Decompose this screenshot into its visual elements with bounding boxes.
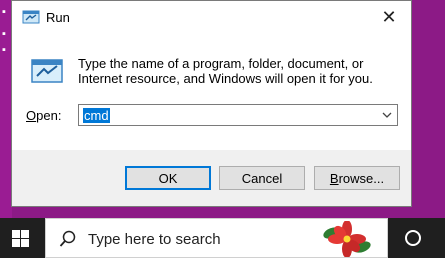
- open-label-mnemonic: O: [26, 108, 37, 123]
- windows-start-icon[interactable]: [12, 230, 29, 247]
- dialog-description: Type the name of a program, folder, docu…: [78, 56, 373, 86]
- ok-button[interactable]: OK: [125, 166, 211, 190]
- dialog-body: Type the name of a program, folder, docu…: [12, 34, 411, 150]
- run-app-icon: [22, 10, 40, 24]
- chevron-down-icon[interactable]: [381, 109, 393, 121]
- taskbar-search-box[interactable]: Type here to search: [45, 218, 388, 258]
- close-icon: ✕: [381, 7, 397, 27]
- open-label: Open:: [26, 108, 61, 123]
- browse-mnemonic: B: [329, 170, 339, 186]
- search-placeholder: Type here to search: [88, 231, 221, 248]
- run-large-icon: [31, 59, 63, 83]
- cancel-button[interactable]: Cancel: [219, 166, 305, 190]
- open-input-value[interactable]: cmd: [83, 108, 110, 123]
- search-icon: [59, 230, 76, 247]
- title-bar[interactable]: Run ✕: [12, 1, 411, 34]
- open-label-text: pen:: [36, 108, 62, 123]
- dialog-title: Run: [46, 10, 70, 25]
- desktop-icon-fragment: ▪: [2, 6, 6, 18]
- taskbar: Type here to search: [0, 218, 445, 258]
- desktop-icon-fragment: ▪: [2, 28, 6, 40]
- poinsettia-decoration-icon: [323, 221, 371, 257]
- close-button[interactable]: ✕: [367, 1, 411, 34]
- desktop-icon-fragment: ▪: [2, 44, 6, 56]
- browse-button[interactable]: Browse...: [314, 166, 400, 190]
- run-dialog: Run ✕ Type the name of a program, folder…: [11, 0, 412, 207]
- cortana-icon[interactable]: [404, 229, 422, 247]
- browse-label-text: rowse...: [338, 170, 385, 186]
- open-combobox[interactable]: cmd: [78, 104, 398, 126]
